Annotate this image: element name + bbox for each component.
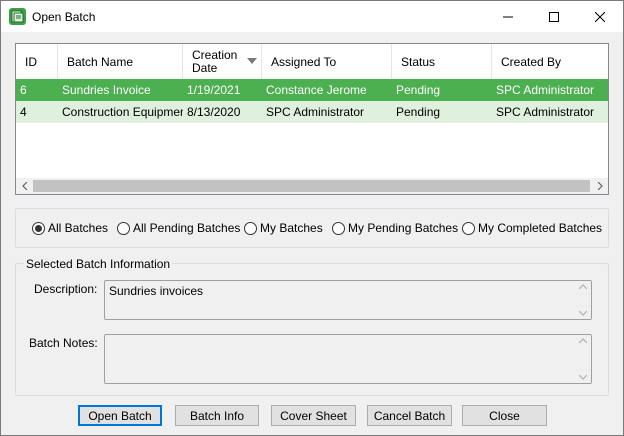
horizontal-scrollbar[interactable]	[16, 178, 608, 194]
title-bar: Open Batch	[1, 1, 623, 32]
maximize-icon	[549, 11, 559, 22]
batch-grid[interactable]: ID Batch Name Creation Date Assigned To S…	[15, 43, 609, 195]
batch-notes-label: Batch Notes:	[29, 336, 98, 350]
cell-batch-name: Sundries Invoice	[62, 83, 151, 97]
cell-created-by: SPC Administrator	[496, 105, 595, 119]
column-header-assigned-to[interactable]: Assigned To	[262, 44, 392, 79]
batch-notes-scrollbar[interactable]	[574, 335, 591, 383]
grid-header: ID Batch Name Creation Date Assigned To S…	[16, 44, 608, 79]
description-label: Description:	[34, 282, 98, 296]
open-batch-window: Open Batch ID Batch Name Creation Date As…	[0, 0, 624, 436]
cell-assigned-to: Constance Jerome	[266, 83, 367, 97]
description-scrollbar[interactable]	[574, 281, 591, 319]
scrollbar-thumb[interactable]	[33, 180, 590, 192]
radio-my-pending-batches[interactable]: My Pending Batches	[332, 221, 458, 235]
cell-status: Pending	[396, 83, 441, 97]
cover-sheet-button[interactable]: Cover Sheet	[271, 405, 356, 426]
batch-app-icon	[9, 8, 26, 25]
radio-all-batches[interactable]: All Batches	[32, 221, 108, 235]
close-window-button[interactable]	[577, 1, 623, 32]
column-header-creation-date[interactable]: Creation Date	[183, 44, 262, 79]
minimize-icon	[503, 16, 513, 17]
radio-unchecked-icon	[332, 221, 345, 235]
cell-created-by: SPC Administrator	[496, 83, 595, 97]
open-batch-button[interactable]: Open Batch	[78, 405, 162, 426]
cell-status: Pending	[396, 105, 441, 119]
cell-creation-date: 8/13/2020	[187, 105, 241, 119]
maximize-button[interactable]	[531, 1, 577, 32]
radio-unchecked-icon	[117, 221, 130, 235]
scroll-right-button[interactable]	[591, 178, 608, 194]
table-row[interactable]: 6 Sundries Invoice 1/19/2021 Constance J…	[16, 79, 608, 101]
sort-descending-icon	[247, 58, 257, 64]
radio-unchecked-icon	[462, 221, 475, 235]
minimize-button[interactable]	[485, 1, 531, 32]
cell-batch-name: Construction Equipmen...	[62, 105, 183, 119]
radio-all-pending-batches[interactable]: All Pending Batches	[117, 221, 240, 235]
chevron-left-icon	[21, 182, 27, 190]
column-header-status[interactable]: Status	[392, 44, 492, 79]
window-title: Open Batch	[32, 10, 96, 24]
cell-assigned-to: SPC Administrator	[266, 105, 365, 119]
column-header-created-by[interactable]: Created By	[492, 44, 608, 79]
radio-my-batches[interactable]: My Batches	[244, 221, 323, 235]
chevron-up-icon	[578, 284, 587, 289]
batch-notes-field[interactable]	[104, 334, 592, 384]
table-row[interactable]: 4 Construction Equipmen... 8/13/2020 SPC…	[16, 101, 608, 123]
column-header-batch-name[interactable]: Batch Name	[58, 44, 183, 79]
close-icon	[595, 11, 605, 22]
cell-creation-date: 1/19/2021	[187, 83, 241, 97]
cell-id: 6	[20, 83, 27, 97]
column-header-id[interactable]: ID	[16, 44, 58, 79]
batch-filter-group: All Batches All Pending Batches My Batch…	[15, 208, 609, 248]
cell-id: 4	[20, 105, 27, 119]
cancel-batch-button[interactable]: Cancel Batch	[367, 405, 452, 426]
close-button[interactable]: Close	[462, 405, 547, 426]
chevron-down-icon	[578, 375, 587, 380]
radio-unchecked-icon	[244, 221, 257, 235]
radio-checked-icon	[32, 221, 45, 235]
chevron-down-icon	[578, 311, 587, 316]
scroll-left-button[interactable]	[16, 178, 33, 194]
group-title: Selected Batch Information	[24, 257, 173, 271]
radio-my-completed-batches[interactable]: My Completed Batches	[462, 221, 602, 235]
description-field[interactable]: Sundries invoices	[104, 280, 592, 320]
batch-info-button[interactable]: Batch Info	[175, 405, 259, 426]
chevron-right-icon	[597, 182, 603, 190]
chevron-up-icon	[578, 338, 587, 343]
